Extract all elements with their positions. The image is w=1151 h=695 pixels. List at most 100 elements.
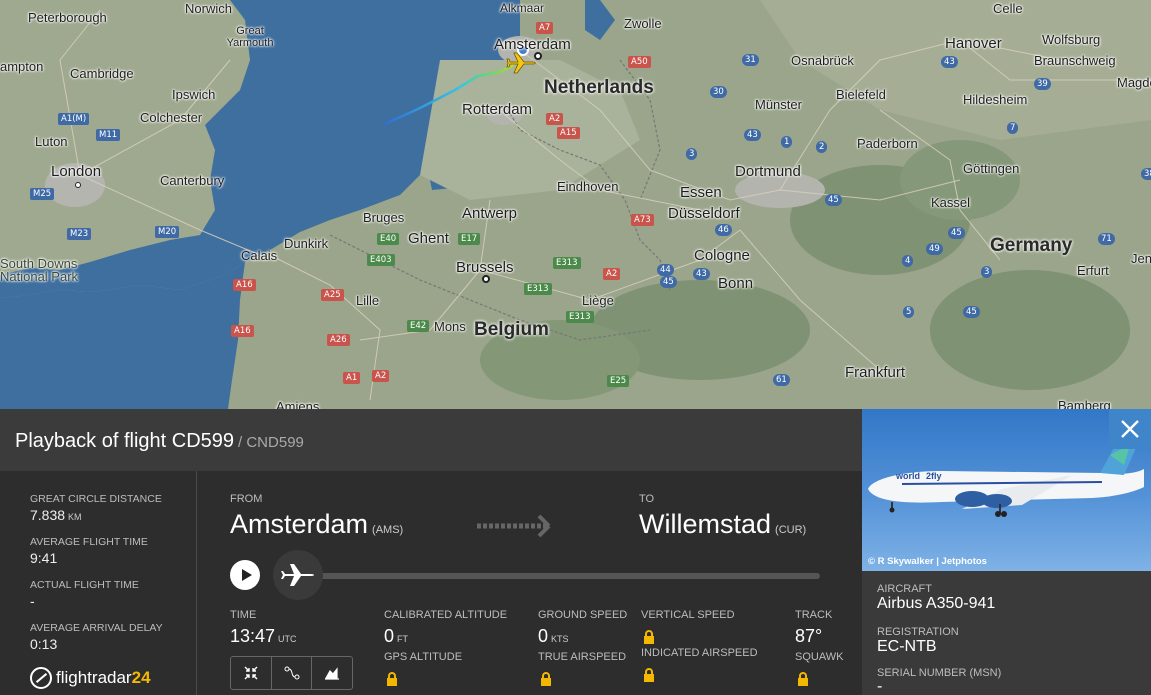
road-shield: A15	[557, 127, 580, 139]
indicated-airspeed-label: INDICATED AIRSPEED	[641, 647, 758, 659]
road-shield: A2	[372, 370, 390, 382]
lock-icon[interactable]	[643, 668, 655, 682]
city-label: Magde	[1117, 75, 1151, 90]
city-label: Canterbury	[160, 173, 225, 188]
panel-header: Playback of flight CD599/ CND599	[0, 409, 862, 471]
map-background	[0, 0, 1151, 409]
close-button[interactable]	[1109, 409, 1151, 449]
road-shield: E17	[458, 233, 481, 245]
ground-speed-label: GROUND SPEED	[538, 609, 628, 621]
track-value: 87°	[795, 626, 823, 646]
play-button[interactable]	[230, 560, 260, 590]
fit-view-button[interactable]	[231, 657, 272, 689]
road-shield: A25	[321, 289, 344, 301]
close-icon	[1121, 420, 1139, 438]
road-shield: 43	[941, 56, 958, 68]
route-view-button[interactable]	[272, 657, 313, 689]
lock-icon[interactable]	[643, 630, 655, 644]
capital-marker	[534, 52, 542, 60]
radar-icon	[30, 667, 52, 689]
city-label: Zwolle	[624, 16, 662, 31]
city-label: Norwich	[185, 1, 232, 16]
flightradar24-logo[interactable]: flightradar 24	[30, 667, 151, 689]
to-label: TO	[639, 493, 655, 505]
city-label: Braunschweig	[1034, 53, 1116, 68]
time-value: 13:47 UTC	[230, 626, 297, 646]
vertical-speed-label: VERTICAL SPEED	[641, 609, 735, 621]
road-shield: 44	[657, 264, 674, 276]
stat-label: GREAT CIRCLE DISTANCE	[30, 493, 162, 505]
city-label: Mons	[434, 319, 466, 334]
road-shield: M23	[67, 228, 92, 240]
road-shield: E40	[377, 233, 400, 245]
city-label: Hanover	[945, 35, 1002, 52]
city-label: Jen	[1131, 251, 1151, 266]
city-label: Cambridge	[70, 66, 134, 81]
road-shield: 45	[660, 276, 677, 288]
stat-value: 7.838 KM	[30, 507, 82, 523]
road-shield: A16	[233, 279, 256, 291]
map-view[interactable]: Peterborough Norwich Great Yarmouth Camb…	[0, 0, 1151, 409]
city-label: Alkmaar	[500, 1, 545, 15]
playback-timeline[interactable]	[300, 573, 820, 579]
svg-text:world: world	[895, 471, 920, 481]
from-label: FROM	[230, 493, 263, 505]
road-shield: E25	[607, 375, 630, 387]
destination-airport[interactable]: Willemstad (CUR)	[639, 509, 806, 540]
country-label: Netherlands	[544, 77, 654, 98]
road-shield: 45	[948, 227, 965, 239]
stat-label: AVERAGE ARRIVAL DELAY	[30, 622, 163, 634]
lock-icon[interactable]	[797, 672, 809, 686]
road-shield: M25	[30, 188, 55, 200]
road-shield: A2	[546, 113, 564, 125]
road-shield: E42	[407, 320, 430, 332]
city-label: Bielefeld	[836, 87, 886, 102]
origin-airport[interactable]: Amsterdam (AMS)	[230, 509, 403, 540]
road-shield: 30	[710, 86, 727, 98]
city-label: Peterborough	[28, 10, 107, 25]
city-label: ampton	[0, 59, 44, 74]
altitude-graph-button[interactable]	[312, 657, 352, 689]
logo-text: flightradar	[56, 668, 132, 687]
city-label: Rotterdam	[462, 101, 533, 118]
city-label: Amsterdam	[494, 36, 571, 53]
airplane-icon	[281, 564, 314, 586]
road-shield: E313	[524, 283, 552, 295]
city-label: Paderborn	[857, 136, 918, 151]
city-label: Bruges	[363, 210, 405, 225]
road-shield: 61	[773, 374, 790, 386]
aircraft-photo-image: world 2fly	[868, 437, 1144, 517]
country-label: Belgium	[474, 319, 549, 340]
playback-slider-handle[interactable]	[273, 550, 323, 600]
aircraft-photo[interactable]: world 2fly © R Skywalker | Jetphotos	[862, 409, 1151, 571]
track-label: TRACK	[795, 609, 833, 621]
lock-icon[interactable]	[540, 672, 552, 686]
panel-title: Playback of flight CD599/ CND599	[15, 430, 304, 453]
road-shield: 31	[742, 54, 759, 66]
flight-title: Playback of flight CD599	[15, 430, 235, 452]
view-toggle-group	[230, 656, 353, 690]
city-marker	[75, 182, 81, 188]
city-label: Great Yarmouth	[226, 25, 274, 49]
calibrated-altitude-label: CALIBRATED ALTITUDE	[384, 609, 508, 621]
city-label: Lille	[356, 293, 380, 308]
road-shield: A73	[631, 214, 654, 226]
collapse-arrows-icon	[244, 666, 258, 680]
country-label: Germany	[990, 235, 1073, 256]
photo-credit[interactable]: © R Skywalker | Jetphotos	[868, 556, 987, 567]
road-shield: E313	[553, 257, 581, 269]
road-shield: A50	[628, 56, 651, 68]
registration-label: REGISTRATION	[877, 626, 959, 638]
road-shield: E403	[367, 254, 395, 266]
route-arrow-icon	[477, 514, 551, 538]
road-shield: A1(M)	[58, 113, 90, 125]
city-label: Amiens	[276, 399, 320, 409]
registration-value[interactable]: EC-NTB	[877, 638, 937, 656]
city-label: Cologne	[694, 247, 750, 264]
lock-icon[interactable]	[386, 672, 398, 686]
road-shield: 43	[744, 129, 761, 141]
calibrated-altitude-value: 0 FT	[384, 626, 409, 646]
logo-number: 24	[131, 668, 151, 687]
true-airspeed-label: TRUE AIRSPEED	[538, 651, 627, 663]
time-label: TIME	[230, 609, 257, 621]
